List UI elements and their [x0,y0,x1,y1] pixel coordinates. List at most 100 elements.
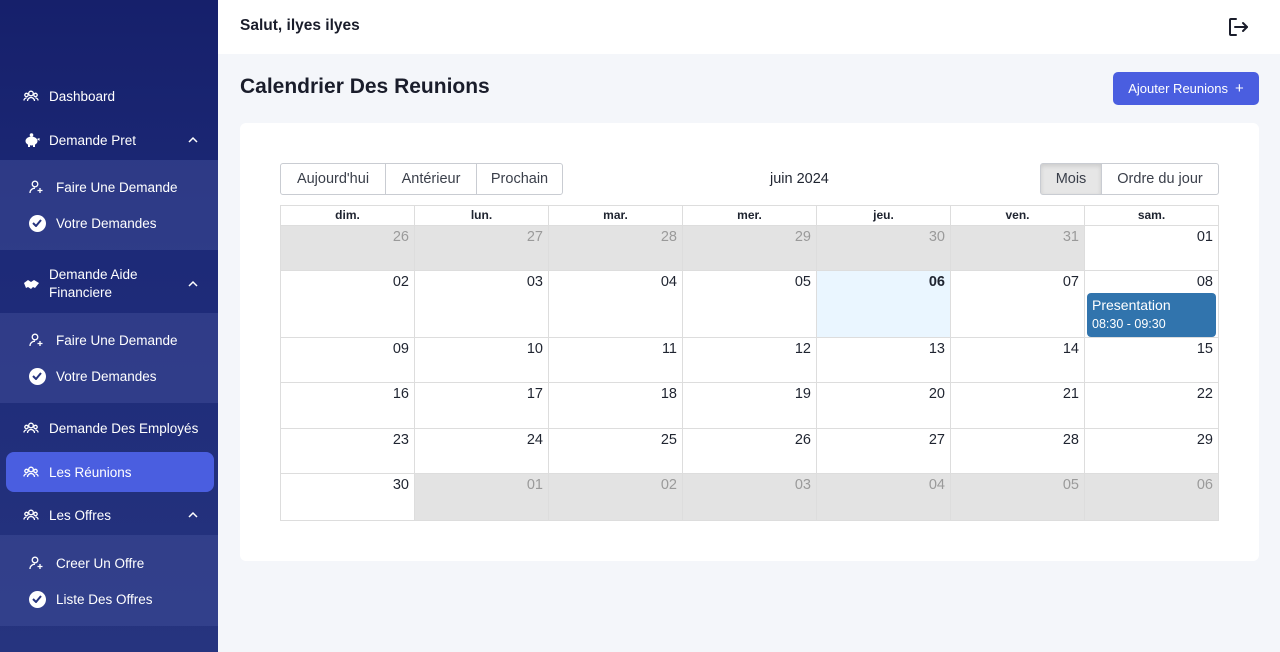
sidebar-subitem-liste-offres[interactable]: Liste Des Offres [0,581,218,617]
day-number[interactable]: 03 [527,274,543,290]
sidebar-item-dashboard[interactable]: Dashboard [0,76,218,116]
day-number[interactable]: 19 [795,386,811,402]
previous-button[interactable]: Antérieur [385,163,477,195]
day-cell[interactable]: 12 [682,338,816,382]
day-number[interactable]: 20 [929,386,945,402]
day-number[interactable]: 17 [527,386,543,402]
day-number[interactable]: 29 [795,229,811,245]
day-number[interactable]: 03 [795,477,811,493]
day-number[interactable]: 10 [527,341,543,357]
day-number[interactable]: 29 [1197,432,1213,448]
day-cell[interactable]: 22 [1084,383,1218,428]
day-cell[interactable]: 09 [281,338,414,382]
day-cell[interactable]: 03 [682,474,816,520]
sidebar-subitem-faire-demande[interactable]: Faire Une Demande [0,322,218,358]
day-cell[interactable]: 10 [414,338,548,382]
day-cell[interactable]: 26 [281,226,414,270]
day-number[interactable]: 04 [929,477,945,493]
day-number[interactable]: 31 [1063,229,1079,245]
sidebar-item-demande-employes[interactable]: Demande Des Employés [0,408,218,448]
day-cell[interactable]: 23 [281,429,414,473]
day-cell[interactable]: 17 [414,383,548,428]
calendar-event[interactable]: Presentation 08:30 - 09:30 [1087,293,1216,337]
day-cell[interactable]: 11 [548,338,682,382]
add-meeting-button[interactable]: Ajouter Reunions + [1113,72,1259,105]
day-cell[interactable]: 30 [816,226,950,270]
day-cell[interactable]: 13 [816,338,950,382]
day-number[interactable]: 05 [1063,477,1079,493]
day-cell[interactable]: 19 [682,383,816,428]
day-number[interactable]: 14 [1063,341,1079,357]
logout-icon[interactable] [1226,15,1250,39]
month-view-button[interactable]: Mois [1040,163,1102,195]
day-cell[interactable]: 02 [281,271,414,337]
day-number[interactable]: 21 [1063,386,1079,402]
sidebar-item-reunions[interactable]: Les Réunions [6,452,214,492]
sidebar-subitem-votre-demandes[interactable]: Votre Demandes [0,358,218,394]
day-cell[interactable]: 26 [682,429,816,473]
day-cell[interactable]: 03 [414,271,548,337]
sidebar-item-demande-pret[interactable]: Demande Pret [0,120,218,160]
day-cell[interactable]: 28 [548,226,682,270]
day-number[interactable]: 25 [661,432,677,448]
sidebar-item-demande-aide[interactable]: Demande Aide Financiere [0,262,218,306]
day-number[interactable]: 27 [527,229,543,245]
day-number[interactable]: 06 [929,274,945,290]
day-number[interactable]: 01 [1197,229,1213,245]
day-cell[interactable]: 14 [950,338,1084,382]
day-cell[interactable]: 30 [281,474,414,520]
sidebar-item-offres[interactable]: Les Offres [0,495,218,535]
day-cell[interactable]: 25 [548,429,682,473]
day-cell[interactable]: 16 [281,383,414,428]
day-cell[interactable]: 08 Presentation 08:30 - 09:30 [1084,271,1218,337]
day-number[interactable]: 07 [1063,274,1079,290]
day-cell[interactable]: 27 [816,429,950,473]
day-cell[interactable]: 01 [414,474,548,520]
day-number[interactable]: 23 [393,432,409,448]
day-number[interactable]: 18 [661,386,677,402]
day-number[interactable]: 05 [795,274,811,290]
day-number[interactable]: 01 [527,477,543,493]
day-number[interactable]: 04 [661,274,677,290]
day-cell[interactable]: 02 [548,474,682,520]
day-cell[interactable]: 04 [816,474,950,520]
day-number[interactable]: 30 [929,229,945,245]
day-number[interactable]: 30 [393,477,409,493]
day-number[interactable]: 09 [393,341,409,357]
day-cell[interactable]: 27 [414,226,548,270]
day-number[interactable]: 08 [1197,274,1213,290]
day-cell[interactable]: 15 [1084,338,1218,382]
day-cell[interactable]: 20 [816,383,950,428]
day-cell[interactable]: 18 [548,383,682,428]
day-number[interactable]: 22 [1197,386,1213,402]
day-cell[interactable]: 24 [414,429,548,473]
day-number[interactable]: 11 [662,341,677,357]
day-number[interactable]: 06 [1197,477,1213,493]
day-number[interactable]: 02 [393,274,409,290]
day-number[interactable]: 13 [929,341,945,357]
sidebar-subitem-votre-demandes[interactable]: Votre Demandes [0,205,218,241]
agenda-view-button[interactable]: Ordre du jour [1101,163,1219,195]
day-cell[interactable]: 05 [682,271,816,337]
day-number[interactable]: 27 [929,432,945,448]
day-number[interactable]: 15 [1197,341,1213,357]
day-cell[interactable]: 01 [1084,226,1218,270]
sidebar-subitem-faire-demande[interactable]: Faire Une Demande [0,169,218,205]
day-cell[interactable]: 05 [950,474,1084,520]
day-number[interactable]: 26 [393,229,409,245]
day-cell[interactable]: 04 [548,271,682,337]
day-cell[interactable]: 29 [1084,429,1218,473]
day-cell[interactable]: 28 [950,429,1084,473]
day-cell[interactable]: 06 [1084,474,1218,520]
next-button[interactable]: Prochain [476,163,563,195]
day-number[interactable]: 24 [527,432,543,448]
day-cell[interactable]: 31 [950,226,1084,270]
today-button[interactable]: Aujourd'hui [280,163,386,195]
day-cell[interactable]: 29 [682,226,816,270]
day-cell-today[interactable]: 06 [816,271,950,337]
day-number[interactable]: 16 [393,386,409,402]
day-cell[interactable]: 07 [950,271,1084,337]
day-number[interactable]: 28 [661,229,677,245]
day-number[interactable]: 02 [661,477,677,493]
day-number[interactable]: 12 [795,341,811,357]
